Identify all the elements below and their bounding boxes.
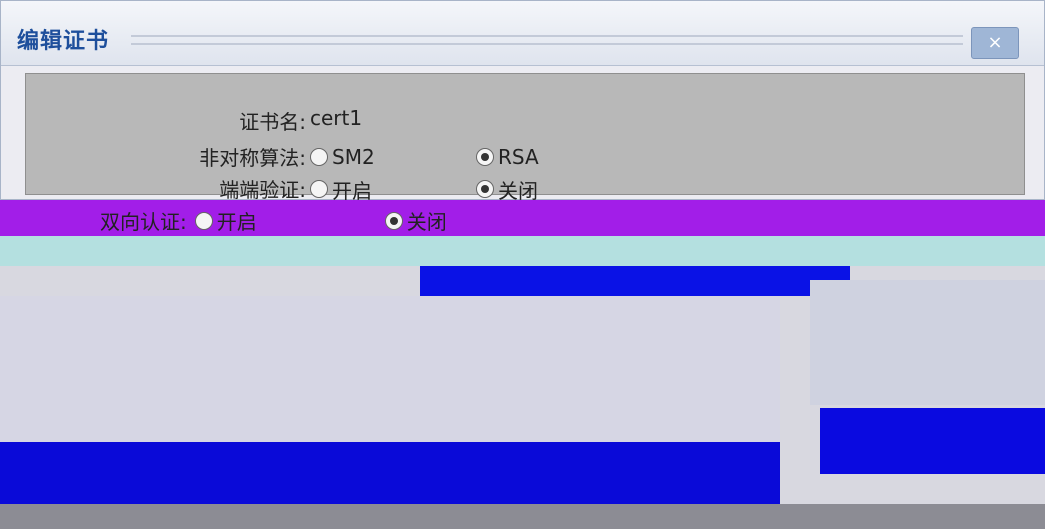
second-verify-row: 双向认证: 开启 关闭 <box>100 206 447 235</box>
verify-option-off[interactable]: 关闭 <box>476 176 538 203</box>
close-button[interactable]: × <box>971 27 1019 59</box>
algo-label: 非对称算法: <box>199 146 306 170</box>
close-icon: × <box>987 32 1003 53</box>
algo-option-sm2[interactable]: SM2 <box>310 144 375 170</box>
artifact-band-blue <box>420 266 850 296</box>
radio-checked-icon[interactable] <box>384 211 403 230</box>
artifact-panel-left <box>0 296 780 442</box>
artifact-band-cyan <box>0 236 1045 266</box>
artifact-band-blue-right <box>820 408 1045 474</box>
second-verify-option-off[interactable]: 关闭 <box>384 208 447 234</box>
verify-row: 端端验证: 开启 关闭 <box>26 174 1026 203</box>
radio-unchecked-icon[interactable] <box>194 211 213 230</box>
dialog-titlebar[interactable]: 编辑证书 × <box>1 1 1044 66</box>
second-verify-option-on[interactable]: 开启 <box>194 208 257 234</box>
dialog-body: 证书名: cert1 非对称算法: SM2 RSA 端端验证: 开启 关闭 <box>25 73 1026 203</box>
artifact-panel-right <box>810 280 1045 405</box>
second-verify-option-off-label: 关闭 <box>406 210 447 234</box>
cert-name-row: 证书名: cert1 <box>26 106 1026 134</box>
artifact-band-bottom <box>0 504 1045 529</box>
algo-option-rsa-label: RSA <box>498 145 539 169</box>
second-verify-label: 双向认证: <box>100 210 187 234</box>
radio-checked-icon[interactable] <box>476 148 494 166</box>
dialog-title: 编辑证书 <box>17 29 110 54</box>
titlebar-rule <box>131 35 963 45</box>
algo-option-rsa[interactable]: RSA <box>476 144 539 170</box>
cert-name-value[interactable]: cert1 <box>310 106 362 130</box>
verify-option-on[interactable]: 开启 <box>310 176 372 203</box>
second-verify-option-on-label: 开启 <box>216 210 257 234</box>
radio-checked-icon[interactable] <box>476 180 494 198</box>
edit-certificate-dialog: 编辑证书 × 证书名: cert1 非对称算法: SM2 RSA 端端验证: 开… <box>0 0 1045 203</box>
algo-row: 非对称算法: SM2 RSA <box>26 142 1026 170</box>
radio-unchecked-icon[interactable] <box>310 180 328 198</box>
algo-option-sm2-label: SM2 <box>332 145 375 169</box>
verify-label: 端端验证: <box>219 178 306 202</box>
artifact-band-blue-lower <box>0 442 780 504</box>
cert-name-label: 证书名: <box>239 110 306 134</box>
radio-unchecked-icon[interactable] <box>310 148 328 166</box>
